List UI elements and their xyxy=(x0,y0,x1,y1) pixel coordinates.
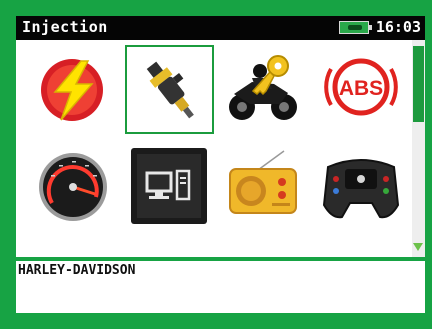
computer-icon[interactable] xyxy=(128,146,210,224)
scroll-thumb[interactable] xyxy=(413,46,424,122)
abs-label: ABS xyxy=(339,77,383,100)
fuel-injector-icon[interactable] xyxy=(125,45,214,134)
menu-grid: ABS xyxy=(16,40,412,257)
clock: 16:03 xyxy=(375,18,421,36)
info-panel: HARLEY-DAVIDSON xyxy=(16,261,425,313)
scroll-down-icon[interactable] xyxy=(413,243,423,251)
scrollbar[interactable] xyxy=(412,40,425,257)
page-title: Injection xyxy=(22,18,108,36)
speedometer-icon[interactable] xyxy=(32,147,114,225)
title-bar: Injection 16:03 xyxy=(16,16,425,40)
vehicle-brand-label: HARLEY-DAVIDSON xyxy=(18,263,136,278)
lightning-bolt-icon[interactable] xyxy=(32,50,114,128)
radio-icon[interactable] xyxy=(222,145,304,223)
battery-charging-icon xyxy=(339,21,372,34)
motorbike-key-icon[interactable] xyxy=(222,49,304,127)
abs-icon[interactable]: ABS xyxy=(320,49,402,127)
steering-wheel-icon[interactable] xyxy=(320,147,402,225)
